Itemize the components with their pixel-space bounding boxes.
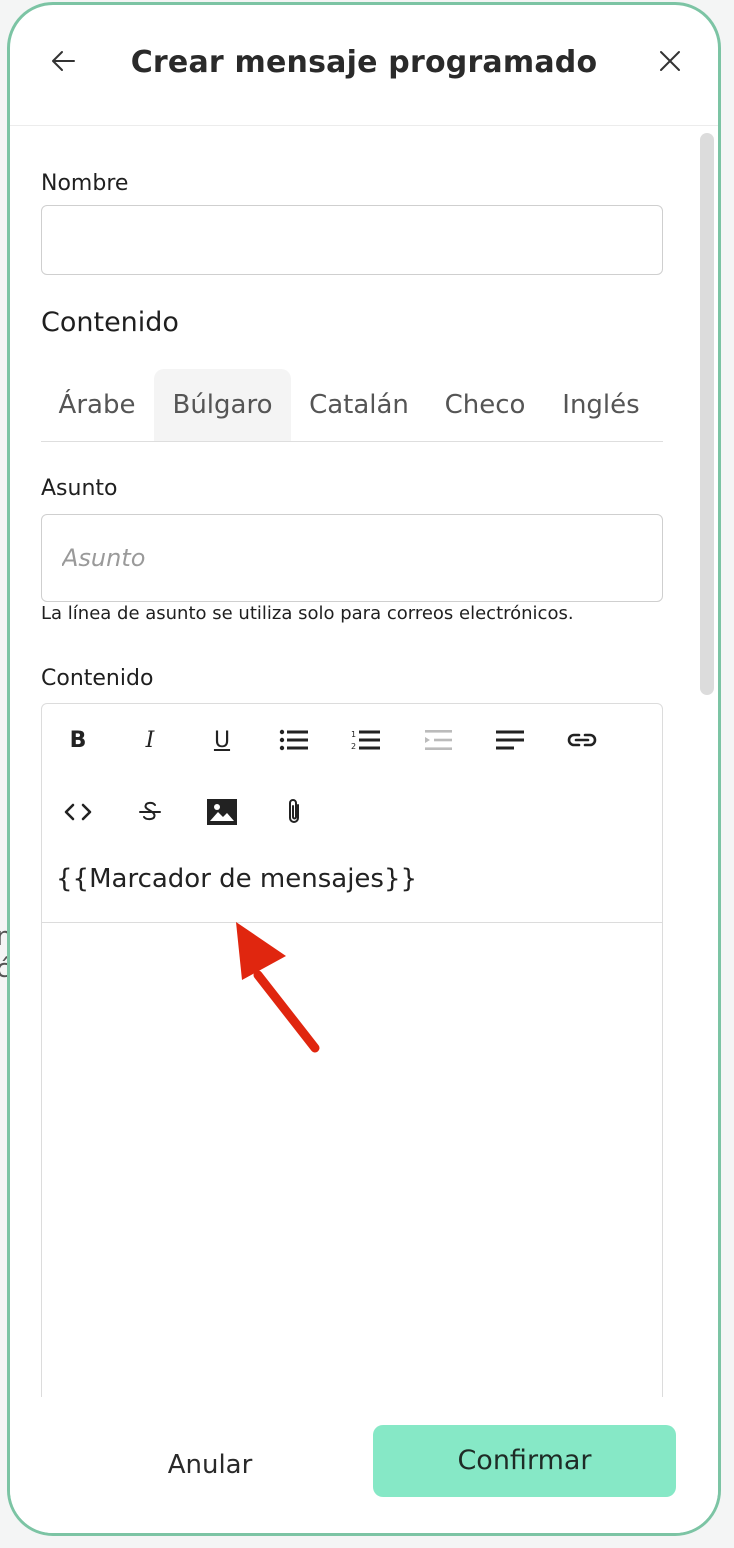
subject-input[interactable] <box>41 514 663 602</box>
close-icon <box>660 51 680 71</box>
tab-english[interactable]: Inglés <box>551 369 651 441</box>
bullet-list-button[interactable] <box>274 720 314 760</box>
content-section-title: Contenido <box>41 307 179 338</box>
name-input[interactable] <box>41 205 663 275</box>
tab-czech[interactable]: Checo <box>433 369 537 441</box>
image-button[interactable] <box>202 792 242 832</box>
modal-header: Crear mensaje programado <box>10 5 718 126</box>
modal-title: Crear mensaje programado <box>130 45 598 80</box>
attachment-button[interactable] <box>274 792 314 832</box>
italic-icon: I <box>145 727 155 753</box>
scheduled-message-modal: Crear mensaje programado Nombre Contenid… <box>7 2 721 1536</box>
bold-icon: B <box>69 727 87 753</box>
content-label: Contenido <box>41 666 154 691</box>
bullet-list-icon <box>279 729 308 751</box>
svg-text:2: 2 <box>351 742 356 751</box>
align-left-button[interactable] <box>490 720 530 760</box>
name-label: Nombre <box>41 171 129 196</box>
scrollbar[interactable] <box>700 133 714 695</box>
indent-icon <box>425 730 452 750</box>
numbered-list-button[interactable]: 1 2 <box>346 720 386 760</box>
tab-bulgarian[interactable]: Búlgaro <box>154 369 291 441</box>
link-icon <box>567 733 597 747</box>
editor-divider <box>42 922 662 923</box>
subject-help-text: La línea de asunto se utiliza solo para … <box>41 603 574 624</box>
underline-icon: U <box>213 727 231 753</box>
cancel-button[interactable]: Anular <box>110 1429 310 1501</box>
attachment-icon <box>289 799 299 823</box>
svg-text:1: 1 <box>351 730 356 739</box>
link-button[interactable] <box>562 720 602 760</box>
bold-button[interactable]: B <box>58 720 98 760</box>
image-icon <box>207 799 237 825</box>
code-button[interactable] <box>58 792 98 832</box>
close-button[interactable] <box>650 41 690 81</box>
strikethrough-button[interactable] <box>130 792 170 832</box>
code-icon <box>64 803 92 821</box>
subject-label: Asunto <box>41 476 118 501</box>
confirm-button[interactable]: Confirmar <box>373 1425 676 1497</box>
indent-button[interactable] <box>418 720 458 760</box>
rich-text-editor: B I U 1 2 {{Marcador de mensajes}} <box>41 703 663 1463</box>
annotation-arrow-icon <box>236 922 320 1053</box>
language-tabs: Árabe Búlgaro Catalán Checo Inglés <box>41 369 663 442</box>
strikethrough-icon <box>139 801 161 821</box>
numbered-list-icon: 1 2 <box>351 730 380 751</box>
italic-button[interactable]: I <box>130 720 170 760</box>
tab-arabic[interactable]: Árabe <box>41 369 153 441</box>
underline-button[interactable]: U <box>202 720 242 760</box>
modal-footer: Anular Confirmar <box>10 1397 718 1533</box>
tab-catalan[interactable]: Catalán <box>299 369 419 441</box>
align-left-icon <box>496 730 524 750</box>
message-placeholder-text[interactable]: {{Marcador de mensajes}} <box>56 864 417 894</box>
